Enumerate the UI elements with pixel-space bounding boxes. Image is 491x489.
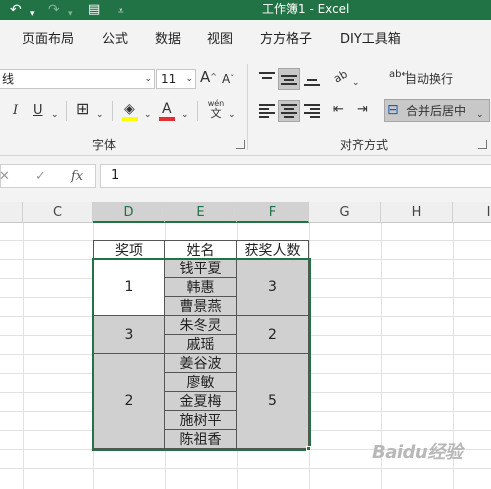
count-cell[interactable]: 2 bbox=[237, 316, 309, 354]
decrease-font-size-button[interactable]: Aˇ bbox=[222, 70, 234, 88]
name-cell[interactable]: 韩惠 bbox=[165, 278, 237, 297]
tab-page-layout[interactable]: 页面布局 bbox=[22, 31, 74, 49]
phonetic-guide-button[interactable]: wén 文 bbox=[206, 99, 226, 120]
chevron-down-icon[interactable]: ⌄ bbox=[181, 106, 189, 124]
count-cell[interactable]: 3 bbox=[237, 259, 309, 316]
tab-diy-toolbox[interactable]: DIY工具箱 bbox=[340, 31, 401, 49]
top-align-icon[interactable] bbox=[259, 72, 275, 86]
header-cell-count[interactable]: 获奖人数 bbox=[237, 240, 309, 259]
save-icon[interactable]: ▤ bbox=[88, 1, 100, 19]
align-right-icon[interactable] bbox=[304, 104, 320, 118]
align-center-icon[interactable] bbox=[281, 104, 297, 118]
chevron-down-icon: ⌄ bbox=[144, 74, 152, 84]
undo-icon[interactable]: ↶ bbox=[10, 1, 22, 19]
increase-font-size-button[interactable]: A^ bbox=[200, 68, 217, 86]
chevron-down-icon[interactable]: ⌄ bbox=[228, 106, 236, 124]
chevron-down-icon[interactable]: ⌄ bbox=[96, 106, 104, 124]
name-cell[interactable]: 陈祖香 bbox=[165, 430, 237, 449]
font-dialog-launcher-icon[interactable] bbox=[236, 140, 245, 149]
increase-indent-icon[interactable]: ⇥ bbox=[357, 101, 368, 119]
window-title: 工作簿1 - Excel bbox=[262, 2, 350, 16]
group-separator bbox=[247, 64, 248, 150]
tab-data[interactable]: 数据 bbox=[155, 31, 181, 49]
name-cell[interactable]: 施树平 bbox=[165, 411, 237, 430]
enter-icon[interactable]: ✓ bbox=[35, 169, 46, 185]
fill-handle[interactable] bbox=[306, 446, 311, 451]
tab-fangfang[interactable]: 方方格子 bbox=[260, 31, 312, 49]
formula-input[interactable]: 1 bbox=[100, 164, 491, 188]
ribbon: 线 ⌄ 11 ⌄ A^ Aˇ I U ⌄ ⊞ ⌄ ◈ ⌄ A ⌄ wén 文 ⌄… bbox=[0, 60, 491, 156]
divider bbox=[66, 101, 67, 121]
chevron-down-icon[interactable]: ⌄ bbox=[352, 74, 360, 92]
middle-align-icon[interactable] bbox=[281, 72, 297, 86]
redo-icon[interactable]: ↷ bbox=[48, 1, 60, 19]
font-name-select[interactable]: 线 ⌄ bbox=[0, 69, 155, 89]
customize-quick-access-icon[interactable]: ⩡ bbox=[118, 3, 124, 21]
font-color-swatch bbox=[159, 117, 175, 121]
formula-bar: ✕ ✓ fx 1 bbox=[0, 156, 491, 202]
award-cell[interactable]: 3 bbox=[93, 316, 165, 354]
name-cell[interactable]: 曹景燕 bbox=[165, 297, 237, 316]
award-cell[interactable]: 1 bbox=[93, 259, 165, 316]
align-left-icon[interactable] bbox=[259, 104, 275, 118]
borders-icon[interactable]: ⊞ bbox=[76, 100, 89, 118]
orientation-button[interactable]: ab bbox=[330, 66, 351, 88]
tab-view[interactable]: 视图 bbox=[207, 31, 233, 49]
header-cell-name[interactable]: 姓名 bbox=[165, 240, 237, 259]
watermark: Baidu经验 bbox=[372, 442, 463, 463]
count-cell[interactable]: 5 bbox=[237, 354, 309, 449]
column-header-g[interactable]: G bbox=[309, 202, 381, 223]
column-header-e[interactable]: E bbox=[165, 202, 237, 223]
chevron-down-icon[interactable]: ⌄ bbox=[476, 106, 484, 124]
column-header-partial[interactable] bbox=[0, 202, 23, 223]
merge-center-button[interactable]: 合并后居中 bbox=[406, 102, 466, 120]
header-cell-award[interactable]: 奖项 bbox=[93, 240, 165, 259]
bottom-align-icon[interactable] bbox=[304, 72, 320, 86]
insert-function-icon[interactable]: fx bbox=[71, 169, 83, 185]
wrap-text-button[interactable]: 自动换行 bbox=[405, 70, 453, 88]
column-header-c[interactable]: C bbox=[23, 202, 93, 223]
award-cell[interactable]: 2 bbox=[93, 354, 165, 449]
tab-formulas[interactable]: 公式 bbox=[102, 31, 128, 49]
gridline bbox=[0, 468, 491, 469]
merge-center-icon[interactable]: ⊟ bbox=[387, 101, 399, 119]
name-cell[interactable]: 金夏梅 bbox=[165, 392, 237, 411]
divider bbox=[112, 101, 113, 121]
font-color-button[interactable]: A bbox=[162, 100, 172, 118]
alignment-dialog-launcher-icon[interactable] bbox=[478, 140, 487, 149]
name-cell[interactable]: 朱冬灵 bbox=[165, 316, 237, 335]
column-header-d[interactable]: D bbox=[93, 202, 165, 223]
decrease-indent-icon[interactable]: ⇤ bbox=[333, 101, 344, 119]
phonetic-label-bottom: 文 bbox=[210, 107, 222, 120]
column-header-h[interactable]: H bbox=[381, 202, 453, 223]
fill-color-swatch bbox=[122, 117, 138, 121]
alignment-group-label: 对齐方式 bbox=[340, 138, 389, 152]
name-cell[interactable]: 廖敏 bbox=[165, 373, 237, 392]
underline-button[interactable]: U bbox=[33, 102, 43, 120]
name-cell[interactable]: 钱平夏 bbox=[165, 259, 237, 278]
title-bar: ↶ ▾ ↷ ▾ ▤ ⩡ 工作簿1 - Excel bbox=[0, 0, 491, 20]
chevron-down-icon[interactable]: ⌄ bbox=[144, 106, 152, 124]
formula-controls: ✕ ✓ fx bbox=[0, 164, 96, 188]
column-headers: C D E F G H I bbox=[0, 202, 491, 223]
chevron-down-icon[interactable]: ⌄ bbox=[51, 106, 59, 124]
divider bbox=[197, 101, 198, 121]
font-size-select[interactable]: 11 ⌄ bbox=[156, 69, 196, 89]
chevron-down-icon: ⌄ bbox=[185, 74, 193, 84]
ribbon-tabs: 页面布局 公式 数据 视图 方方格子 DIY工具箱 bbox=[0, 20, 491, 60]
italic-button[interactable]: I bbox=[13, 102, 18, 120]
name-cell[interactable]: 戚瑶 bbox=[165, 335, 237, 354]
column-header-i[interactable]: I bbox=[453, 202, 491, 223]
name-cell[interactable]: 姜谷波 bbox=[165, 354, 237, 373]
fill-color-icon[interactable]: ◈ bbox=[124, 100, 135, 118]
font-group-label: 字体 bbox=[92, 138, 117, 152]
column-header-f[interactable]: F bbox=[237, 202, 309, 223]
cancel-icon[interactable]: ✕ bbox=[0, 169, 10, 185]
